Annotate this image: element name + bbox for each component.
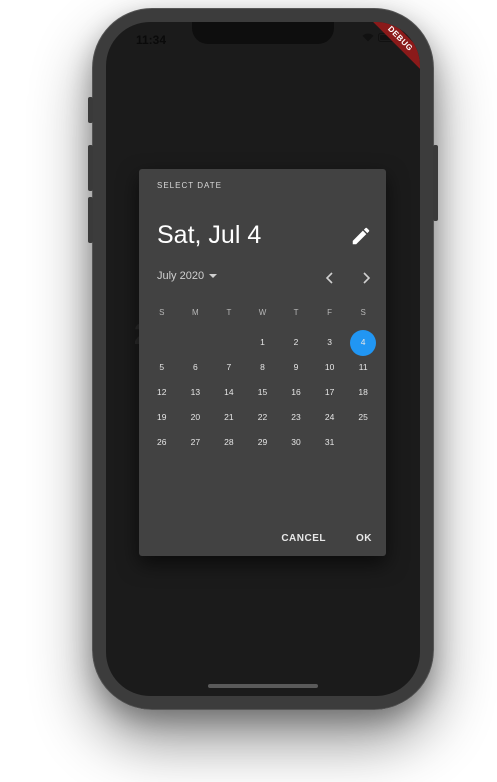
- day-number: 16: [291, 387, 301, 397]
- dialog-help-text: SELECT DATE: [157, 181, 222, 190]
- day-number: 26: [157, 437, 167, 447]
- day-number: 27: [190, 437, 201, 447]
- day-cell[interactable]: 16: [279, 380, 313, 405]
- day-number: 20: [190, 412, 201, 422]
- month-year-selector[interactable]: July 2020: [157, 270, 218, 282]
- day-cell[interactable]: 29: [246, 430, 280, 455]
- caret-down-icon: [209, 274, 218, 278]
- empty-day-cell: [145, 330, 179, 355]
- home-indicator[interactable]: [208, 684, 318, 688]
- edit-date-button[interactable]: [350, 225, 372, 247]
- day-cell[interactable]: 19: [145, 405, 179, 430]
- phone-mute-switch: [88, 97, 93, 123]
- day-number: 7: [226, 362, 232, 372]
- day-cell[interactable]: 2: [279, 330, 313, 355]
- day-cell[interactable]: 27: [179, 430, 213, 455]
- dialog-actions: CANCEL OK: [281, 533, 372, 544]
- weekday-header: T: [226, 308, 232, 317]
- weekday-header: F: [327, 308, 333, 317]
- status-time: 11:34: [136, 33, 167, 47]
- phone-power-button: [433, 145, 438, 221]
- chevron-right-icon: [363, 272, 371, 284]
- day-cell[interactable]: 7: [212, 355, 246, 380]
- ok-button[interactable]: OK: [356, 533, 372, 544]
- day-number: 10: [324, 362, 335, 372]
- day-cell[interactable]: 12: [145, 380, 179, 405]
- day-number: 31: [324, 437, 335, 447]
- day-cell[interactable]: 20: [179, 405, 213, 430]
- day-cell[interactable]: 21: [212, 405, 246, 430]
- day-number: 2: [293, 337, 299, 347]
- day-number: 29: [257, 437, 268, 447]
- day-number: 12: [157, 387, 167, 397]
- day-cell[interactable]: 30: [279, 430, 313, 455]
- empty-day-cell: [212, 330, 246, 355]
- day-cell[interactable]: 24: [313, 405, 347, 430]
- day-number: 5: [159, 362, 165, 372]
- day-cell[interactable]: 26: [145, 430, 179, 455]
- day-cell[interactable]: 10: [313, 355, 347, 380]
- day-cell[interactable]: 15: [246, 380, 280, 405]
- day-cell[interactable]: 11: [346, 355, 380, 380]
- day-cell[interactable]: 3: [313, 330, 347, 355]
- day-cell[interactable]: 17: [313, 380, 347, 405]
- day-number: 14: [224, 387, 234, 397]
- weekday-header: S: [159, 308, 165, 317]
- day-cell[interactable]: 13: [179, 380, 213, 405]
- day-number: 23: [291, 412, 301, 422]
- day-number: 17: [324, 387, 335, 397]
- day-cell[interactable]: 25: [346, 405, 380, 430]
- weekday-header: M: [192, 308, 199, 317]
- pencil-icon: [352, 227, 370, 245]
- notch: [192, 22, 334, 44]
- day-cell-selected[interactable]: 4: [346, 329, 380, 356]
- day-number: 6: [192, 362, 198, 372]
- cancel-button[interactable]: CANCEL: [281, 533, 326, 544]
- previous-month-button[interactable]: [321, 269, 339, 287]
- day-number: 25: [358, 412, 368, 422]
- day-number: 13: [190, 387, 201, 397]
- day-number: 11: [358, 362, 368, 372]
- empty-day-cell: [179, 330, 213, 355]
- day-number: 1: [260, 337, 265, 347]
- chevron-left-icon: [325, 272, 333, 284]
- day-number: 21: [224, 412, 234, 422]
- day-number: 9: [293, 362, 299, 372]
- day-cell[interactable]: 31: [313, 430, 347, 455]
- day-cell[interactable]: 6: [179, 355, 213, 380]
- day-number: 3: [327, 337, 332, 347]
- day-cell[interactable]: 14: [212, 380, 246, 405]
- day-cell[interactable]: 5: [145, 355, 179, 380]
- calendar-grid: S M T W T F S 1 2 3 4 5 6 7 8 9 10 11 12 13 14 15 16 17 18 19 20 21…: [145, 305, 380, 455]
- day-cell[interactable]: 9: [279, 355, 313, 380]
- day-number: 15: [257, 387, 268, 397]
- wifi-icon: [362, 33, 374, 42]
- day-cell[interactable]: 8: [246, 355, 280, 380]
- day-number: 28: [224, 437, 234, 447]
- weekday-header: T: [293, 308, 299, 317]
- date-picker-dialog: SELECT DATE Sat, Jul 4 July 2020 S M T W T F S…: [139, 169, 386, 556]
- phone-volume-down-button: [88, 197, 93, 243]
- next-month-button[interactable]: [357, 269, 375, 287]
- day-number: 30: [291, 437, 301, 447]
- day-number: 4: [360, 337, 366, 347]
- month-year-label: July 2020: [157, 270, 205, 282]
- day-number: 24: [324, 412, 335, 422]
- day-cell[interactable]: 18: [346, 380, 380, 405]
- day-cell[interactable]: 22: [246, 405, 280, 430]
- day-number: 8: [260, 362, 265, 372]
- day-number: 22: [257, 412, 268, 422]
- selected-date-header: Sat, Jul 4: [157, 221, 262, 249]
- day-number: 19: [157, 412, 167, 422]
- day-cell[interactable]: 1: [246, 330, 280, 355]
- day-number: 18: [358, 387, 368, 397]
- weekday-header: S: [360, 308, 366, 317]
- weekday-header: W: [258, 308, 267, 317]
- phone-volume-up-button: [88, 145, 93, 191]
- day-cell[interactable]: 23: [279, 405, 313, 430]
- day-cell[interactable]: 28: [212, 430, 246, 455]
